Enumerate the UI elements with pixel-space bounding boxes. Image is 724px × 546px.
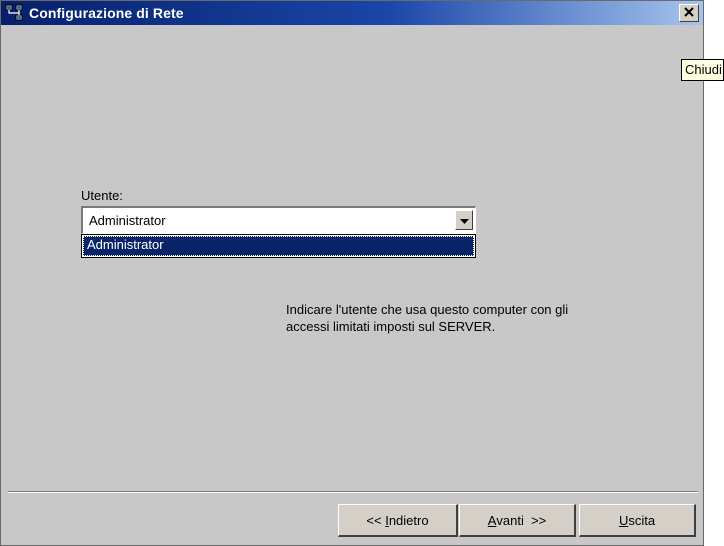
network-config-window: Configurazione di Rete Utente: Administr… (0, 0, 704, 546)
close-tooltip: Chiudi (681, 59, 724, 81)
exit-button-accesskey: U (618, 512, 629, 528)
user-dropdown-list: Administrator (81, 234, 476, 258)
next-button-accesskey: A (487, 512, 497, 528)
exit-button[interactable]: Uscita (579, 504, 696, 537)
back-button-label: ndietro (388, 512, 429, 528)
user-combobox-value: Administrator (89, 213, 166, 228)
next-button-label: vanti >> (496, 512, 547, 528)
help-text-line: accessi limitati imposti sul SERVER. (286, 319, 496, 334)
back-button[interactable]: << Indietro (338, 504, 458, 537)
dropdown-option-administrator[interactable]: Administrator (83, 236, 474, 256)
title-bar[interactable]: Configurazione di Rete (1, 1, 703, 25)
user-combobox[interactable]: Administrator (81, 206, 476, 234)
window-title: Configurazione di Rete (29, 5, 184, 21)
close-icon (684, 4, 694, 22)
exit-button-label: scita (628, 512, 656, 528)
help-text: Indicare l'utente che usa questo compute… (286, 301, 666, 335)
network-icon (5, 4, 23, 22)
next-button[interactable]: Avanti >> (459, 504, 576, 537)
separator (8, 491, 698, 493)
close-button[interactable] (679, 4, 699, 22)
dropdown-button[interactable] (455, 210, 473, 230)
back-button-prefix: << (366, 512, 386, 528)
chevron-down-icon (459, 211, 469, 229)
user-label: Utente: (81, 188, 123, 203)
help-text-line: Indicare l'utente che usa questo compute… (286, 302, 569, 317)
